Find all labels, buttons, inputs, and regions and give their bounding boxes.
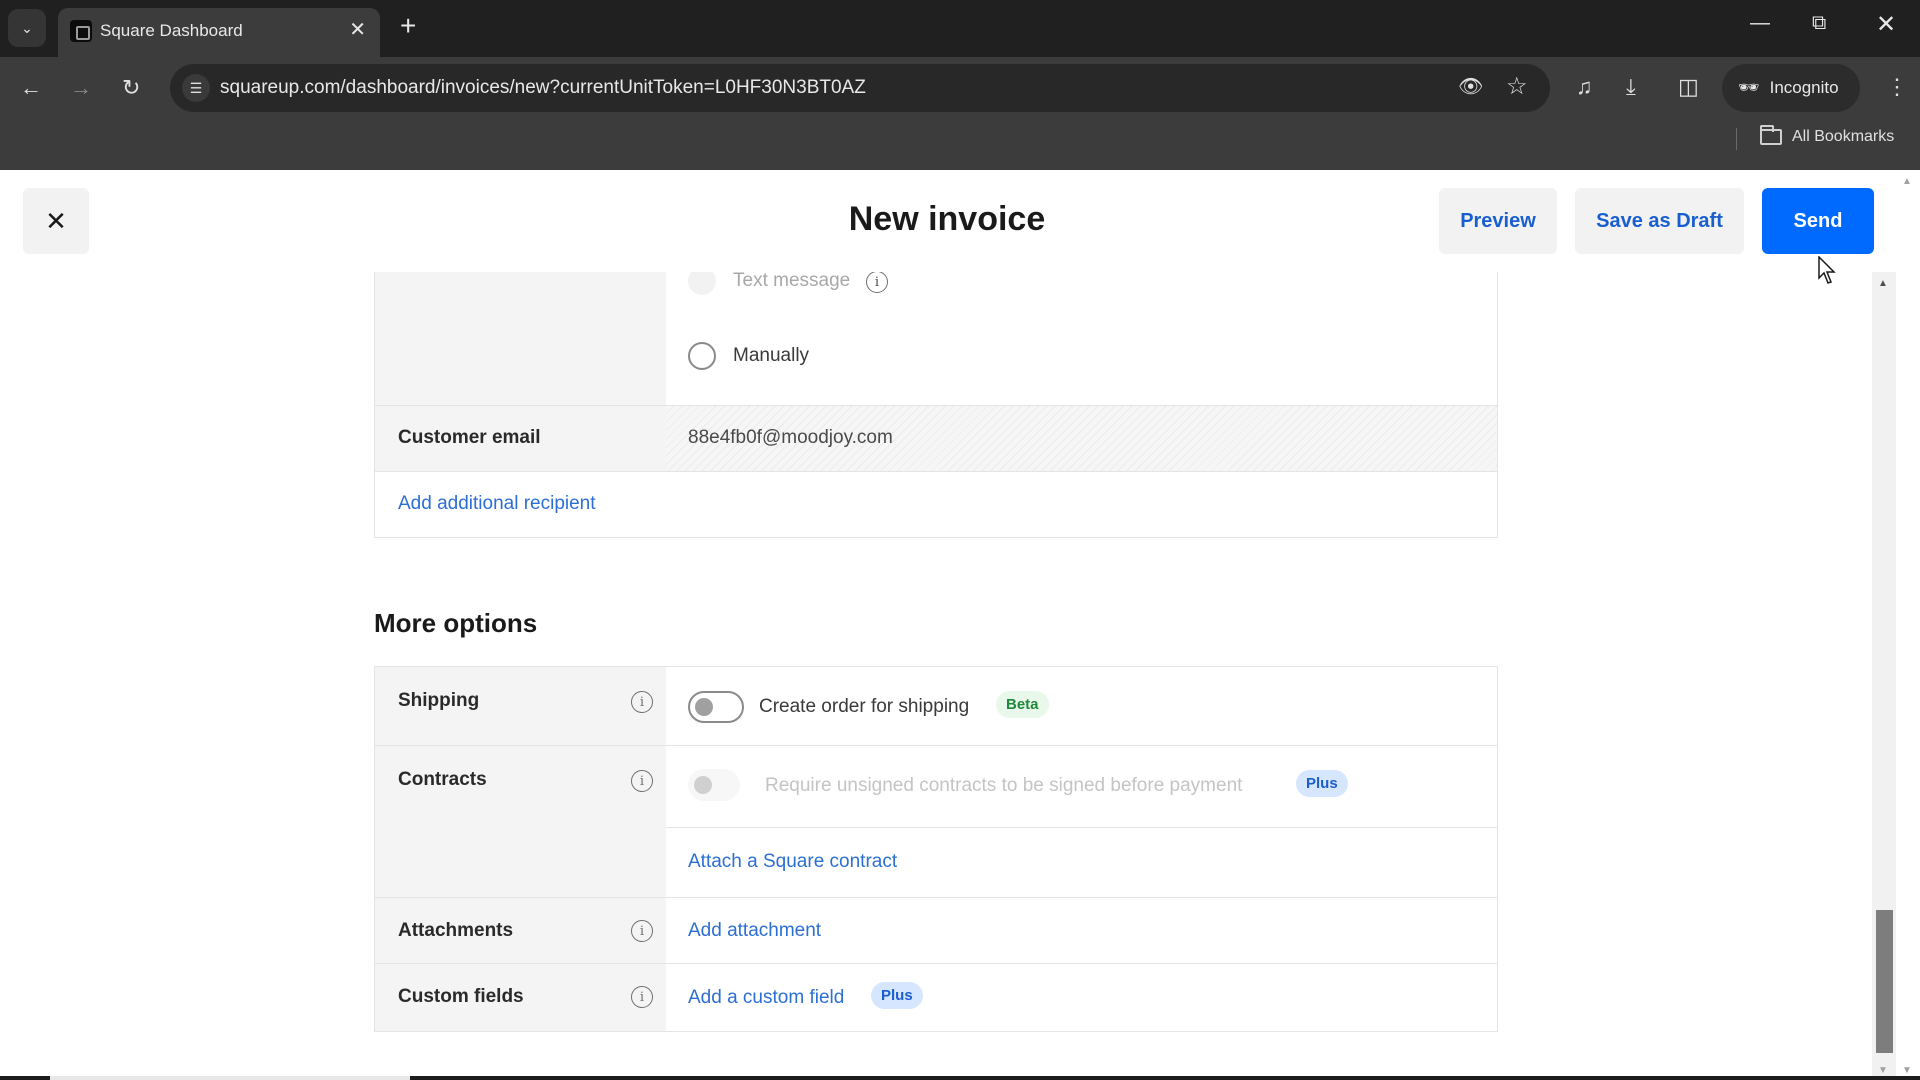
chevron-down-icon: ⌄: [21, 19, 33, 36]
incognito-label: Incognito: [1769, 78, 1839, 97]
custom-fields-row: Custom fields i Add a custom field Plus: [375, 963, 1497, 1031]
all-bookmarks-button[interactable]: All Bookmarks: [1760, 125, 1895, 146]
customer-email-value: 88e4fb0f@moodjoy.com: [688, 427, 893, 448]
more-options-table: Shipping i Create order for shipping Bet…: [374, 666, 1498, 1032]
custom-fields-value-cell: Add a custom field Plus: [666, 964, 1497, 1031]
reload-icon[interactable]: ↻: [122, 75, 140, 101]
bookmark-star-icon[interactable]: ☆: [1506, 72, 1528, 101]
add-custom-field-link[interactable]: Add a custom field: [688, 987, 844, 1009]
customer-email-field: 88e4fb0f@moodjoy.com: [666, 406, 1497, 471]
contracts-value-cell: Require unsigned contracts to be signed …: [666, 746, 1497, 897]
attach-square-contract-link[interactable]: Attach a Square contract: [688, 851, 897, 873]
toggle-knob: [694, 776, 712, 794]
tab-close-icon[interactable]: ✕: [349, 17, 366, 42]
attachments-value-cell: Add attachment: [666, 898, 1497, 963]
incognito-icon: 🕶: [1738, 78, 1760, 97]
contracts-row: Contracts i Require unsigned contracts t…: [375, 745, 1497, 897]
site-settings-icon[interactable]: ☰: [182, 74, 210, 102]
shipping-row: Shipping i Create order for shipping Bet…: [375, 666, 1497, 745]
customer-email-label-cell: Customer email: [375, 406, 666, 471]
delivery-options: Text message i Manually: [666, 251, 1497, 405]
side-panel-icon[interactable]: ◫: [1678, 74, 1699, 100]
customer-email-label: Customer email: [398, 427, 541, 448]
custom-fields-label-cell: Custom fields i: [375, 964, 666, 1031]
forward-arrow-icon[interactable]: →: [70, 75, 92, 101]
add-recipient-row: Add additional recipient: [375, 471, 1497, 537]
all-bookmarks-label: All Bookmarks: [1792, 128, 1895, 145]
recipient-table: Text message i Manually Customer email 8…: [374, 250, 1498, 538]
send-button[interactable]: Send: [1762, 188, 1874, 254]
attachments-row: Attachments i Add attachment: [375, 897, 1497, 963]
preview-button[interactable]: Preview: [1439, 188, 1557, 254]
contracts-toggle-disabled: [688, 769, 740, 801]
shipping-toggle-label: Create order for shipping: [759, 696, 970, 717]
manually-label[interactable]: Manually: [733, 345, 809, 367]
media-control-icon[interactable]: ♫: [1576, 74, 1593, 100]
bookmarks-divider: [1736, 128, 1737, 150]
save-as-draft-button[interactable]: Save as Draft: [1575, 188, 1744, 254]
beta-badge: Beta: [996, 691, 1049, 718]
window-close-icon[interactable]: ✕: [1876, 10, 1896, 39]
window-minimize-icon[interactable]: —: [1750, 12, 1770, 35]
window-restore-icon[interactable]: ⧉: [1812, 12, 1826, 35]
scroll-up-arrow-icon[interactable]: ▲: [1878, 278, 1888, 289]
invoice-header: ✕ New invoice Preview Save as Draft Send: [0, 170, 1874, 272]
info-icon[interactable]: i: [631, 986, 653, 1008]
plus-badge: Plus: [1296, 770, 1348, 797]
browser-menu-kebab-icon[interactable]: ⋮: [1886, 74, 1908, 100]
square-favicon-icon: [70, 20, 92, 42]
tab-strip: ⌄ Square Dashboard ✕ + — ⧉ ✕: [0, 0, 1920, 57]
shipping-label: Shipping: [398, 690, 480, 711]
scroll-down-arrow-icon[interactable]: ▼: [1902, 1065, 1912, 1076]
contracts-label-cell: Contracts i: [375, 746, 666, 897]
tab-search-button[interactable]: ⌄: [8, 9, 46, 47]
info-icon[interactable]: i: [866, 271, 888, 293]
manually-radio[interactable]: [688, 342, 716, 370]
browser-chrome: ⌄ Square Dashboard ✕ + — ⧉ ✕ ← → ↻ ☰ squ…: [0, 0, 1920, 170]
incognito-badge[interactable]: 🕶 Incognito: [1722, 64, 1860, 112]
attachments-label-cell: Attachments i: [375, 898, 666, 963]
plus-badge: Plus: [871, 982, 923, 1009]
address-bar[interactable]: ☰ squareup.com/dashboard/invoices/new?cu…: [170, 64, 1550, 112]
text-message-label: Text message: [733, 270, 851, 291]
add-attachment-link[interactable]: Add attachment: [688, 920, 821, 942]
url-text[interactable]: squareup.com/dashboard/invoices/new?curr…: [220, 77, 866, 99]
customer-email-row: Customer email 88e4fb0f@moodjoy.com: [375, 405, 1497, 471]
scrollbar-thumb[interactable]: [1876, 910, 1893, 1053]
scroll-up-arrow-icon[interactable]: ▲: [1902, 176, 1912, 187]
taskbar-edge: [0, 1076, 1920, 1080]
add-additional-recipient-link[interactable]: Add additional recipient: [398, 493, 596, 515]
form-scrollbar[interactable]: ▲ ▼: [1872, 272, 1896, 1080]
page-scrollbar[interactable]: ▲ ▼: [1896, 170, 1920, 1080]
delivery-method-row: Text message i Manually: [375, 250, 1497, 405]
scroll-down-arrow-icon[interactable]: ▼: [1878, 1065, 1888, 1076]
folder-icon: [1760, 125, 1782, 145]
shipping-value-cell: Create order for shipping Beta: [666, 667, 1497, 745]
new-tab-plus-icon[interactable]: +: [400, 10, 416, 42]
download-icon[interactable]: ⤓: [1626, 74, 1636, 100]
contracts-label: Contracts: [398, 769, 487, 790]
more-options-heading: More options: [374, 608, 538, 638]
back-arrow-icon[interactable]: ←: [20, 75, 42, 101]
custom-fields-label: Custom fields: [398, 986, 524, 1007]
info-icon[interactable]: i: [631, 920, 653, 942]
browser-tab-active[interactable]: Square Dashboard ✕: [58, 8, 380, 57]
tab-title: Square Dashboard: [100, 21, 243, 40]
toggle-knob: [695, 698, 713, 716]
info-icon[interactable]: i: [631, 770, 653, 792]
contracts-toggle-label: Require unsigned contracts to be signed …: [765, 775, 1243, 796]
eye-slash-icon[interactable]: 👁: [1458, 74, 1483, 99]
shipping-toggle[interactable]: [688, 691, 744, 723]
delivery-label-cell: [375, 251, 666, 405]
divider: [666, 827, 1497, 828]
shipping-label-cell: Shipping i: [375, 667, 666, 745]
attachments-label: Attachments: [398, 920, 514, 941]
info-icon[interactable]: i: [631, 691, 653, 713]
